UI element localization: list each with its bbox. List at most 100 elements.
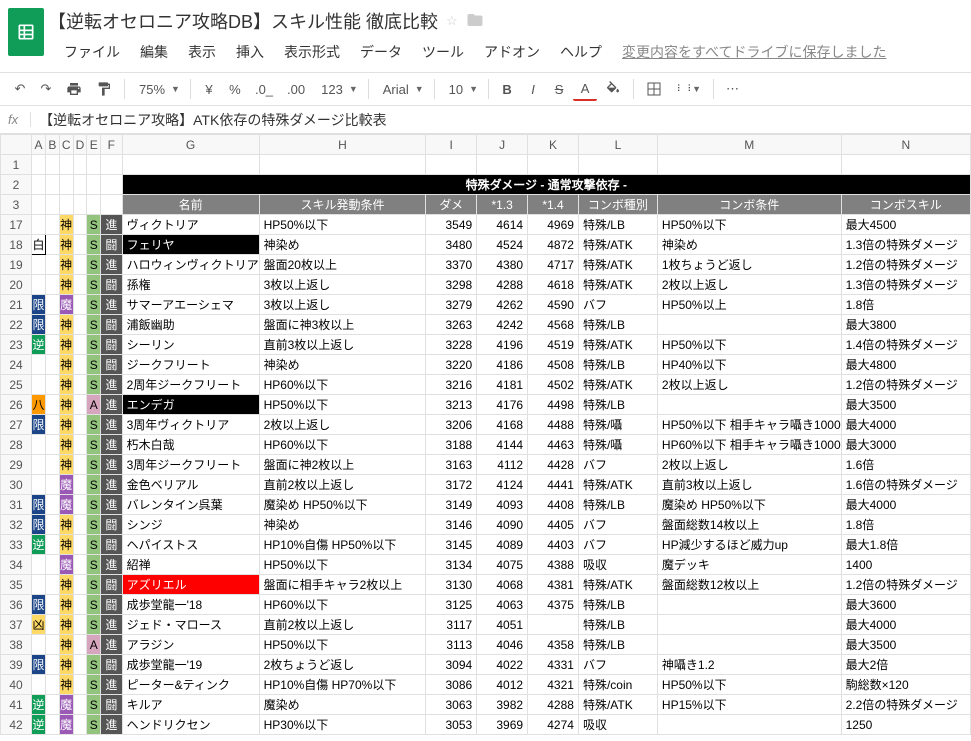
cell[interactable]: 進 (101, 675, 123, 695)
cell-damage[interactable]: 3130 (426, 575, 477, 595)
cell[interactable]: 神 (59, 735, 73, 736)
row-header[interactable]: 36 (1, 595, 32, 615)
cell[interactable]: 限 (32, 595, 46, 615)
cell-skill-condition[interactable]: 盤面に神2枚以上 (259, 455, 426, 475)
cell[interactable]: 進 (101, 495, 123, 515)
cell[interactable] (45, 215, 59, 235)
cell[interactable]: 限 (32, 495, 46, 515)
cell-combo-skill[interactable]: 1.8倍 (841, 295, 970, 315)
cell[interactable]: S (87, 535, 101, 555)
cell[interactable]: 神 (59, 395, 73, 415)
cell-combo-skill[interactable]: 最大2倍 (841, 655, 970, 675)
menu-format[interactable]: 表示形式 (276, 38, 348, 66)
cell-x13[interactable]: 3982 (477, 695, 528, 715)
cell[interactable]: S (87, 375, 101, 395)
formula-input[interactable]: 【逆転オセロニア攻略】ATK依存の特殊ダメージ比較表 (31, 110, 963, 130)
cell-combo-condition[interactable]: HP50%以下 (657, 215, 841, 235)
cell-combo-condition[interactable]: HP50%以下 (657, 675, 841, 695)
cell[interactable]: 神 (59, 435, 73, 455)
cell[interactable]: 白 (32, 235, 46, 255)
cell-combo-condition[interactable]: 魔染め HP50%以下 (657, 495, 841, 515)
cell[interactable]: 闘 (101, 535, 123, 555)
cell-combo-skill[interactable]: 最大4000 (841, 735, 970, 736)
cell[interactable]: 神 (59, 275, 73, 295)
cell-name[interactable]: サマーゼルエル (122, 735, 259, 736)
cell[interactable] (45, 275, 59, 295)
column-header[interactable]: N (841, 135, 970, 155)
cell[interactable] (32, 435, 46, 455)
cell[interactable] (32, 555, 46, 575)
cell-damage[interactable]: 3279 (426, 295, 477, 315)
cell-name[interactable]: サマーアエーシェマ (122, 295, 259, 315)
cell[interactable] (45, 655, 59, 675)
cell-skill-condition[interactable]: HP50%以下 (259, 215, 426, 235)
cell[interactable]: 闘 (101, 235, 123, 255)
title-cell[interactable]: 特殊ダメージ - 通常攻撃依存 - (122, 175, 970, 195)
cell-combo-condition[interactable]: 盤面総数14枚以上 (657, 515, 841, 535)
cell-name[interactable]: 2周年ジークフリート (122, 375, 259, 395)
cell-x14[interactable]: 4508 (528, 355, 579, 375)
cell[interactable]: 進 (101, 555, 123, 575)
fill-color-button[interactable] (599, 77, 627, 101)
format-currency-button[interactable]: ¥ (197, 77, 221, 101)
cell[interactable]: 神 (59, 415, 73, 435)
cell[interactable] (73, 655, 87, 675)
cell[interactable]: S (87, 695, 101, 715)
cell-combo-condition[interactable]: HP減少するほど威力up (657, 535, 841, 555)
cell-x14[interactable]: 4288 (528, 695, 579, 715)
cell[interactable] (45, 315, 59, 335)
cell[interactable]: 神 (59, 675, 73, 695)
cell-combo-skill[interactable]: 1.6倍の特殊ダメージ (841, 475, 970, 495)
cell-damage[interactable]: 3163 (426, 455, 477, 475)
paint-format-button[interactable] (90, 77, 118, 101)
cell[interactable]: 逆 (32, 335, 46, 355)
cell-skill-condition[interactable]: 魔染め HP50%以下 (259, 495, 426, 515)
cell[interactable] (73, 455, 87, 475)
cell[interactable]: 闘 (101, 515, 123, 535)
cell[interactable] (59, 175, 73, 195)
cell-name[interactable]: シンジ (122, 515, 259, 535)
cell[interactable]: 神 (59, 255, 73, 275)
cell[interactable]: S (87, 435, 101, 455)
cell[interactable]: S (87, 575, 101, 595)
cell-x13[interactable]: 4093 (477, 495, 528, 515)
cell[interactable]: S (87, 255, 101, 275)
cell-combo-condition[interactable] (657, 395, 841, 415)
cell[interactable] (45, 195, 59, 215)
cell-name[interactable]: バレンタイン呉葉 (122, 495, 259, 515)
cell[interactable] (101, 175, 123, 195)
cell[interactable]: 神 (59, 335, 73, 355)
cell[interactable]: 神 (59, 455, 73, 475)
cell[interactable]: 闘 (101, 275, 123, 295)
font-size-dropdown[interactable]: 10▼ (441, 80, 482, 99)
cell-name[interactable]: 成歩堂龍一'19 (122, 655, 259, 675)
cell-skill-condition[interactable]: 盤面に相手キャラ2枚以上 (259, 575, 426, 595)
row-header[interactable]: 17 (1, 215, 32, 235)
cell-combo-type[interactable]: 特殊/ATK (578, 575, 657, 595)
cell[interactable]: A (87, 635, 101, 655)
cell-x13[interactable]: 3969 (477, 715, 528, 735)
cell[interactable] (73, 215, 87, 235)
row-header[interactable]: 42 (1, 715, 32, 735)
cell[interactable] (45, 555, 59, 575)
cell-damage[interactable]: 3188 (426, 435, 477, 455)
cell[interactable]: S (87, 595, 101, 615)
cell[interactable] (45, 375, 59, 395)
cell-name[interactable]: 成歩堂龍一'18 (122, 595, 259, 615)
cell-x14[interactable]: 4381 (528, 575, 579, 595)
cell-combo-skill[interactable]: 1.2倍の特殊ダメージ (841, 375, 970, 395)
row-header[interactable]: 41 (1, 695, 32, 715)
cell[interactable] (32, 355, 46, 375)
cell[interactable] (45, 295, 59, 315)
cell-combo-skill[interactable]: 最大3800 (841, 315, 970, 335)
cell-combo-type[interactable]: 特殊/囁 (578, 415, 657, 435)
cell-damage[interactable]: 3206 (426, 415, 477, 435)
cell-combo-skill[interactable]: 最大4000 (841, 615, 970, 635)
cell[interactable] (32, 475, 46, 495)
strikethrough-button[interactable]: S (547, 77, 571, 101)
cell-x13[interactable]: 4181 (477, 375, 528, 395)
cell-x14[interactable]: 4250 (528, 735, 579, 736)
cell-x13[interactable]: 4288 (477, 275, 528, 295)
cell-skill-condition[interactable]: 直前2枚以上返し (259, 615, 426, 635)
cell-combo-type[interactable]: 吸収 (578, 555, 657, 575)
